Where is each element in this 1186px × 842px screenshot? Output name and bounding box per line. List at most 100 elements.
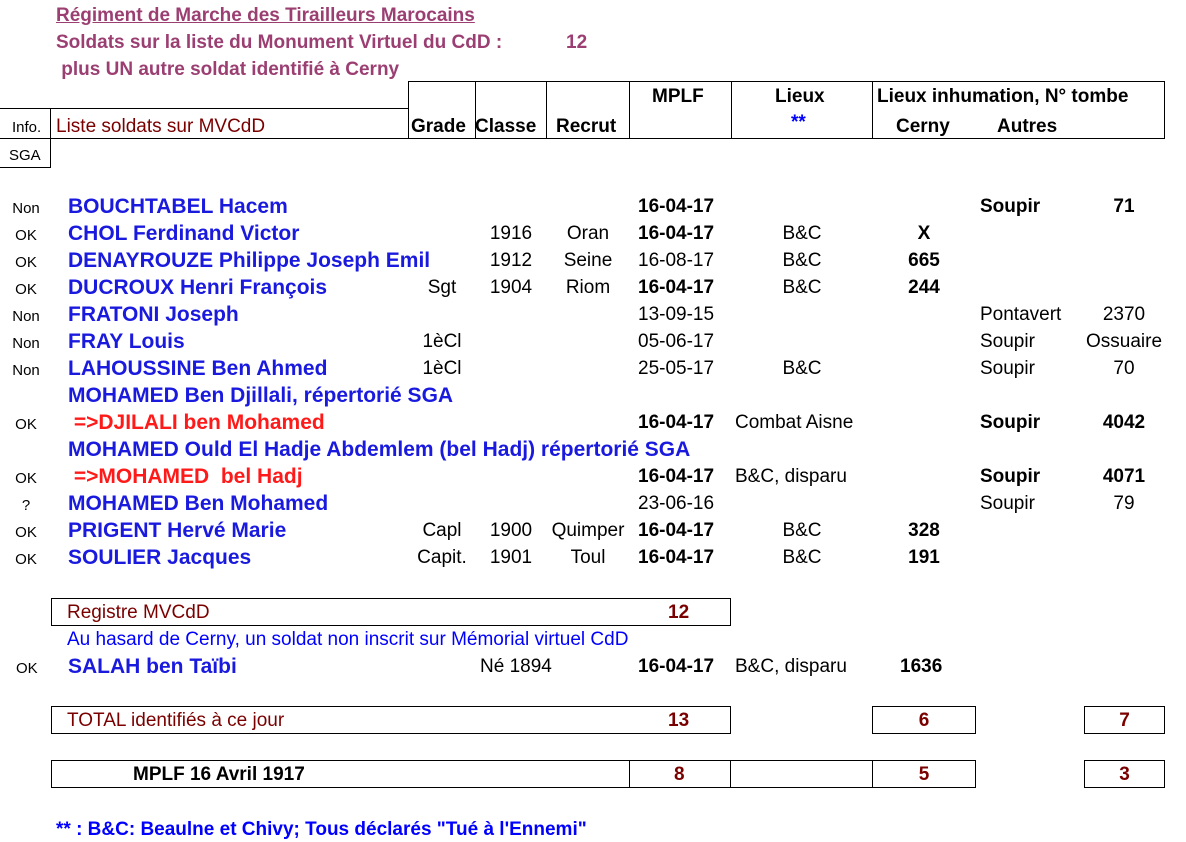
row-lieux: B&C	[782, 547, 822, 568]
row-lieux: B&C	[782, 223, 822, 244]
total-count: 13	[668, 710, 690, 731]
row-autre-num: 71	[1113, 196, 1135, 217]
hasard-ne: Né 1894	[480, 656, 552, 677]
row-mplf: 25-05-17	[638, 358, 715, 379]
row-name: MOHAMED Ben Djillali, répertorié SGA	[68, 384, 454, 407]
row-classe: 1916	[489, 223, 533, 244]
row-recrut: Oran	[566, 223, 610, 244]
row-mplf: 23-06-16	[638, 493, 715, 514]
row-info: OK	[15, 524, 37, 541]
mplf-total-lieux-box	[730, 760, 873, 788]
hasard-mplf: 16-04-17	[638, 656, 715, 677]
col-classe-label: Classe	[475, 116, 537, 137]
row-name: MOHAMED Ben Mohamed	[68, 492, 329, 515]
row-mplf: 05-06-17	[638, 331, 715, 352]
col-info-label: Info.	[12, 119, 42, 136]
col-divider-recrut	[546, 81, 547, 139]
row-autre-lieu: Soupir	[980, 493, 1035, 514]
col-divider-mplf	[629, 81, 630, 139]
info-divider	[50, 108, 51, 168]
col-sga-label: SGA	[9, 147, 41, 164]
row-mplf: 16-04-17	[638, 277, 715, 298]
row-recrut: Seine	[563, 250, 613, 271]
row-name: DENAYROUZE Philippe Joseph Emil	[68, 249, 431, 272]
row-info: OK	[15, 254, 37, 271]
row-mplf: 16-04-17	[638, 466, 715, 487]
col-inhumation-label: Lieux inhumation, N° tombe	[877, 86, 1129, 107]
col-lieux-label: Lieux	[775, 86, 825, 107]
registre-count: 12	[668, 602, 690, 623]
row-info: OK	[15, 416, 37, 433]
row-autre-num: 79	[1113, 493, 1135, 514]
row-mplf: 16-08-17	[638, 250, 715, 271]
row-lieux: Combat Aisne	[735, 412, 854, 433]
row-name: LAHOUSSINE Ben Ahmed	[68, 357, 328, 380]
row-autre-lieu: Soupir	[980, 358, 1035, 379]
row-classe: 1900	[489, 520, 533, 541]
header-top-border	[408, 81, 1165, 82]
row-info: Non	[12, 200, 40, 217]
mplf-total-divider	[629, 760, 630, 788]
total-label: TOTAL identifiés à ce jour	[67, 710, 285, 731]
subtitle-count: 12	[566, 32, 588, 53]
row-name: =>MOHAMED bel Hadj	[68, 465, 303, 488]
row-lieux: B&C	[782, 520, 822, 541]
row-info: Non	[12, 308, 40, 325]
row-lieux: B&C, disparu	[735, 466, 847, 487]
row-cerny: 191	[908, 547, 940, 568]
col-divider-grade	[408, 81, 409, 139]
row-autre-num: 70	[1113, 358, 1135, 379]
row-autre-lieu: Soupir	[980, 196, 1041, 217]
row-name: BOUCHTABEL Hacem	[68, 195, 288, 218]
row-name: FRAY Louis	[68, 330, 185, 353]
row-lieux: B&C	[782, 277, 822, 298]
row-autre-lieu: Pontavert	[980, 304, 1062, 325]
hasard-info: OK	[16, 660, 38, 677]
row-mplf: 16-04-17	[638, 412, 715, 433]
mplf-total-count: 8	[674, 764, 685, 785]
mplf-total-cerny: 5	[918, 764, 930, 785]
row-info: OK	[15, 551, 37, 568]
row-classe: 1912	[489, 250, 533, 271]
footnote: ** : B&C: Beaulne et Chivy; Tous déclaré…	[56, 819, 587, 840]
total-cerny: 6	[918, 710, 930, 731]
row-cerny: X	[917, 223, 931, 244]
row-autre-num: 4042	[1102, 412, 1146, 433]
row-info: OK	[15, 470, 37, 487]
row-name: =>DJILALI ben Mohamed	[68, 411, 325, 434]
col-divider-lieux	[731, 81, 732, 139]
row-lieux: B&C	[782, 358, 822, 379]
row-lieux: B&C	[782, 250, 822, 271]
col-cerny-label: Cerny	[896, 116, 950, 137]
row-autre-lieu: Soupir	[980, 466, 1041, 487]
row-name: PRIGENT Hervé Marie	[68, 519, 287, 542]
subtitle: Soldats sur la liste du Monument Virtuel…	[56, 32, 503, 53]
row-grade: Capit.	[417, 547, 467, 568]
row-autre-lieu: Soupir	[980, 331, 1035, 352]
col-mplf-label: MPLF	[652, 86, 704, 107]
row-name: MOHAMED Ould El Hadje Abdemlem (bel Hadj…	[68, 438, 691, 461]
sga-bottom-border	[0, 167, 51, 168]
row-recrut: Toul	[570, 547, 606, 568]
hasard-lieux: B&C, disparu	[735, 656, 847, 677]
row-grade: Capl	[422, 520, 462, 541]
row-grade: 1èCl	[422, 331, 462, 352]
col-list-label: Liste soldats sur MVCdD	[56, 116, 266, 137]
hasard-name: SALAH ben Taïbi	[68, 655, 237, 678]
row-info: Non	[12, 335, 40, 352]
hasard-cerny: 1636	[900, 656, 943, 677]
row-mplf: 16-04-17	[638, 547, 715, 568]
row-classe: 1901	[489, 547, 533, 568]
col-grade-label: Grade	[411, 116, 466, 137]
row-mplf: 16-04-17	[638, 223, 715, 244]
registre-label: Registre MVCdD	[67, 602, 210, 623]
row-info: OK	[15, 281, 37, 298]
hasard-note: Au hasard de Cerny, un soldat non inscri…	[67, 629, 629, 650]
col-divider-right	[1164, 81, 1165, 139]
row-recrut: Quimper	[551, 520, 625, 541]
row-info: Non	[12, 362, 40, 379]
row-name: CHOL Ferdinand Victor	[68, 222, 300, 245]
subtitle-extra: plus UN autre soldat identifié à Cerny	[56, 59, 400, 80]
row-autre-num: Ossuaire	[1085, 331, 1163, 352]
row-grade: Sgt	[427, 277, 457, 298]
